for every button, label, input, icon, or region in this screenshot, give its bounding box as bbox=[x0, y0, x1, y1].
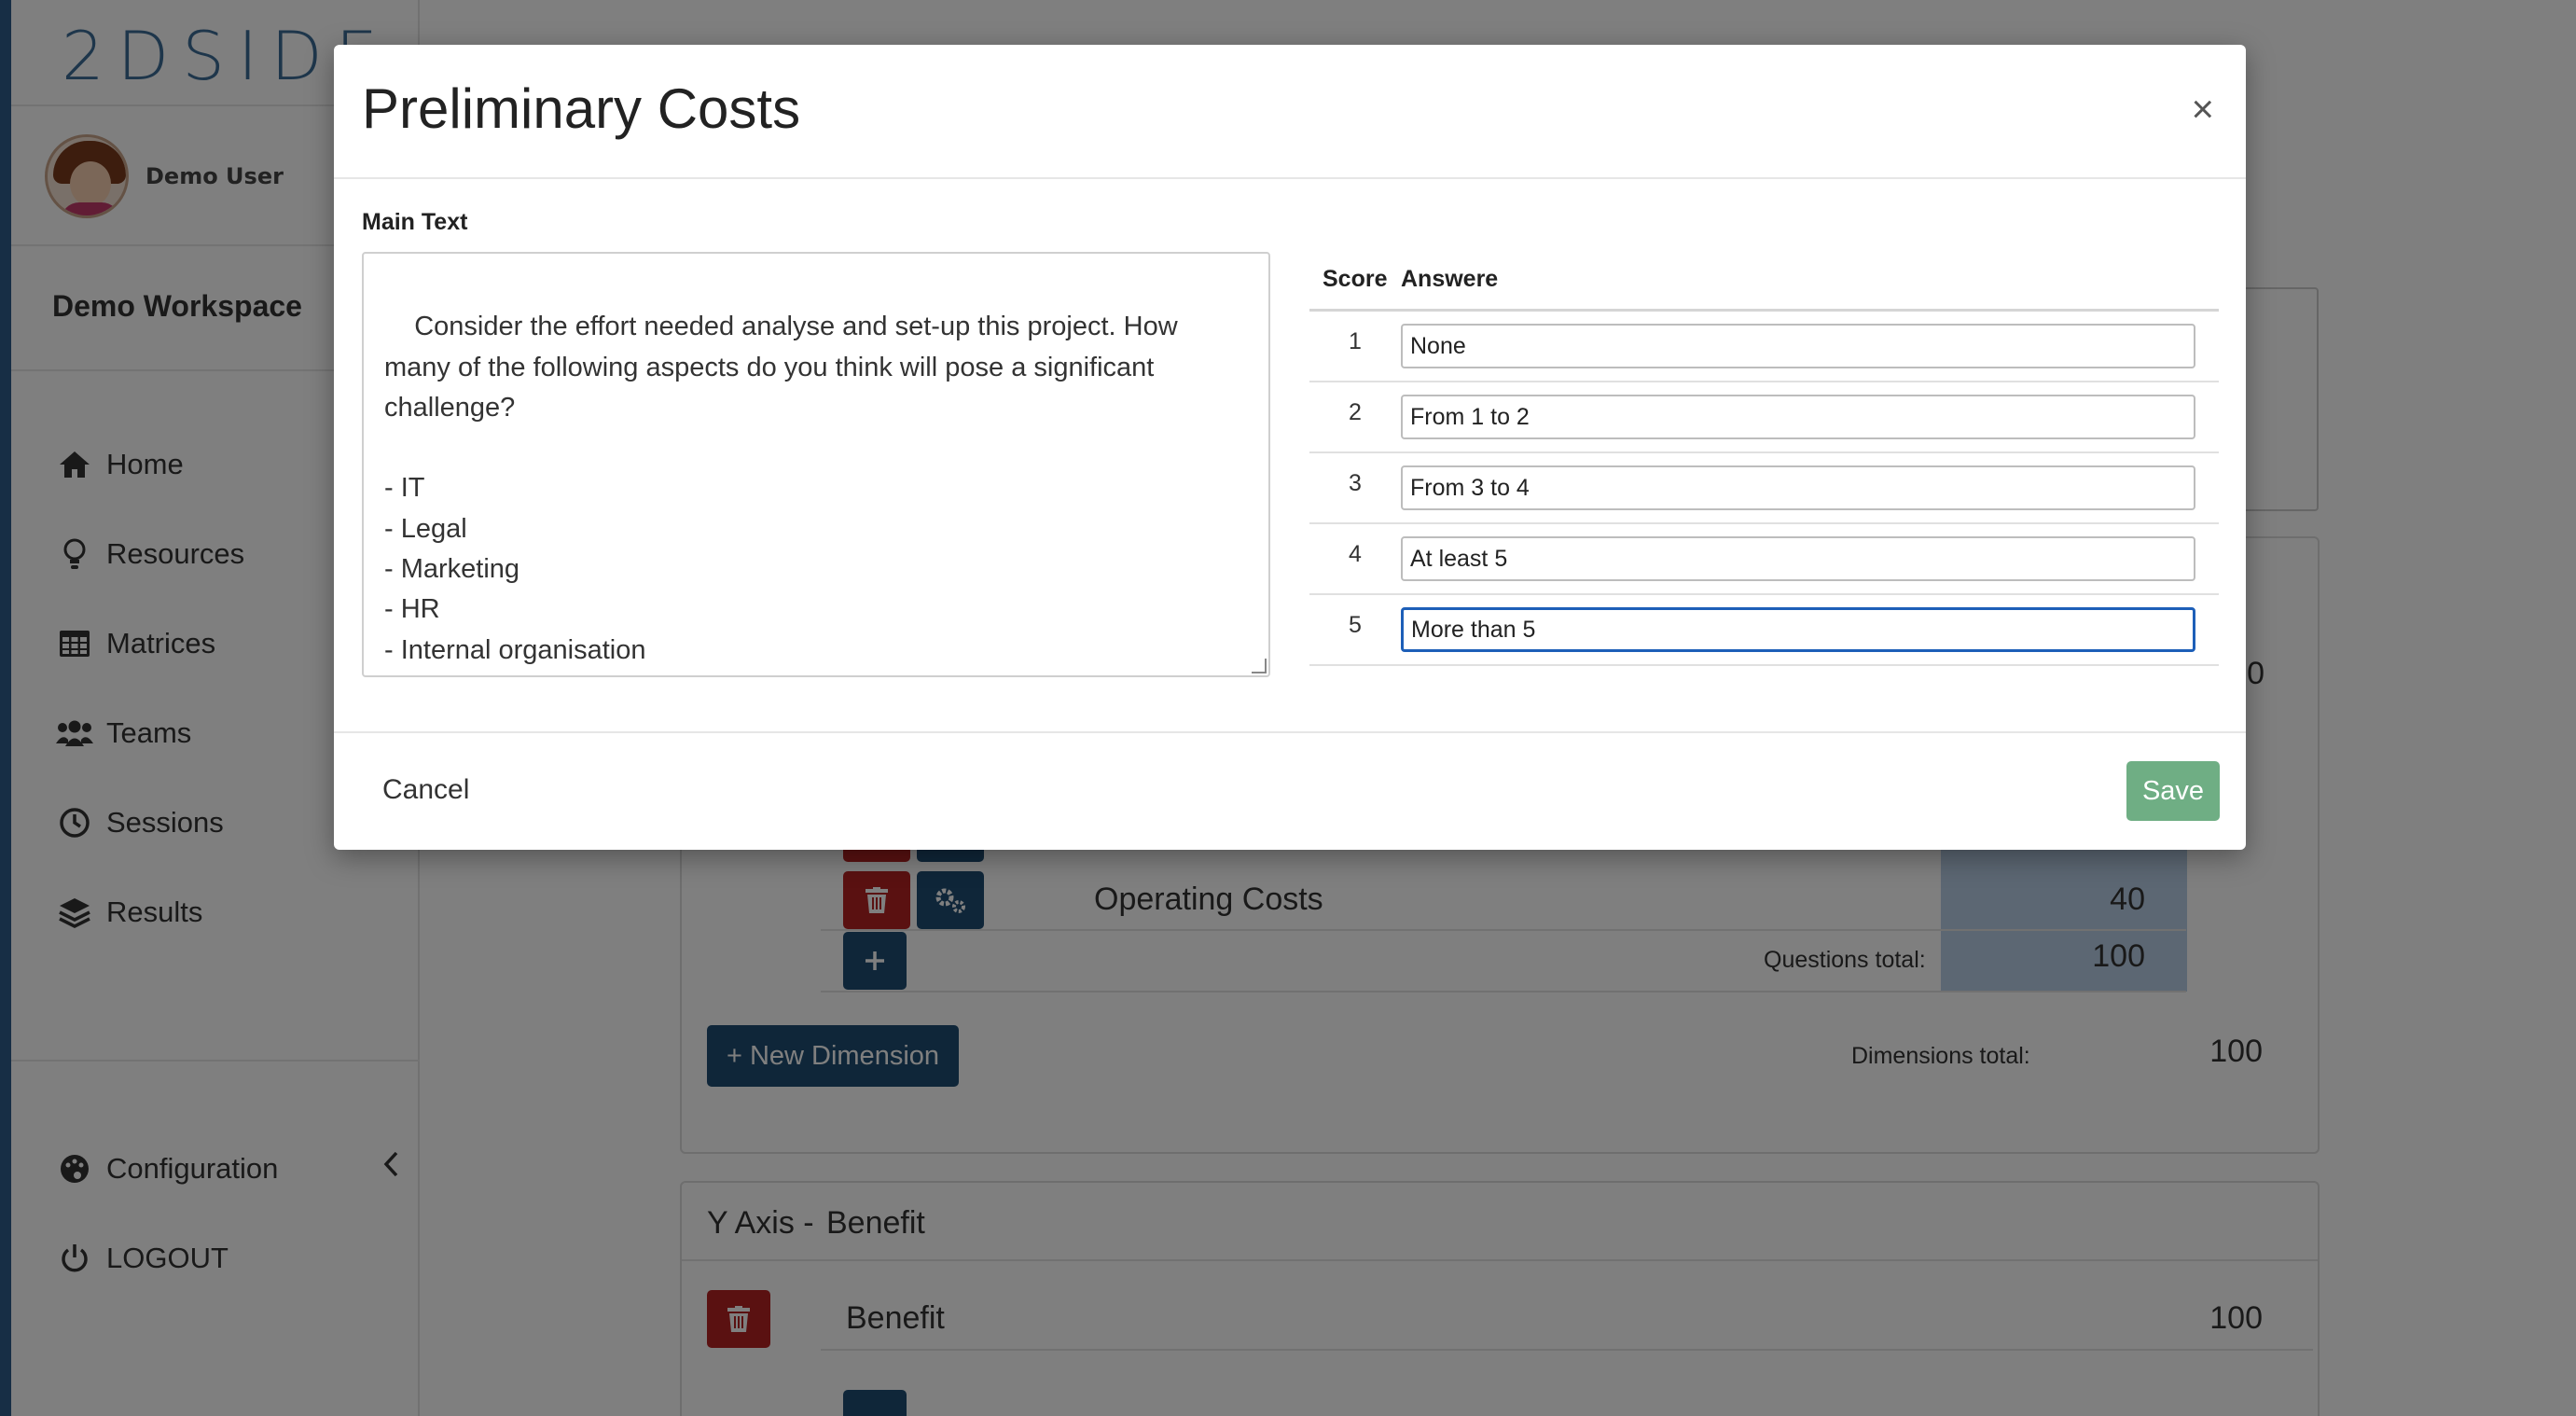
score-cell: 3 bbox=[1349, 470, 1362, 496]
table-row: 2 bbox=[1309, 382, 2219, 453]
divider bbox=[334, 177, 2246, 179]
score-cell: 5 bbox=[1349, 612, 1362, 638]
table-row: 5 bbox=[1309, 595, 2219, 666]
answer-input[interactable] bbox=[1401, 465, 2195, 510]
divider bbox=[334, 731, 2246, 733]
answer-input[interactable] bbox=[1401, 324, 2195, 368]
answers-table: Score Answere 1 2 3 4 5 bbox=[1309, 250, 2219, 666]
edit-question-modal: Preliminary Costs × Main Text Consider t… bbox=[334, 45, 2246, 850]
close-icon[interactable]: × bbox=[2191, 90, 2214, 129]
table-header: Score Answere bbox=[1309, 250, 2219, 312]
modal-title: Preliminary Costs bbox=[362, 77, 801, 140]
score-cell: 4 bbox=[1349, 541, 1362, 567]
answer-input[interactable] bbox=[1401, 536, 2195, 581]
save-button[interactable]: Save bbox=[2126, 761, 2220, 821]
cancel-button[interactable]: Cancel bbox=[382, 774, 469, 806]
answer-input[interactable] bbox=[1401, 607, 2195, 652]
table-row: 4 bbox=[1309, 524, 2219, 595]
score-cell: 2 bbox=[1349, 399, 1362, 425]
answer-column-header: Answere bbox=[1401, 266, 1499, 292]
table-row: 3 bbox=[1309, 453, 2219, 524]
answer-input[interactable] bbox=[1401, 395, 2195, 439]
score-cell: 1 bbox=[1349, 328, 1362, 354]
main-text-textarea[interactable]: Consider the effort needed analyse and s… bbox=[362, 252, 1270, 677]
score-column-header: Score bbox=[1323, 266, 1388, 292]
table-row: 1 bbox=[1309, 312, 2219, 382]
main-text-label: Main Text bbox=[362, 209, 468, 235]
resize-handle-icon[interactable] bbox=[1252, 659, 1267, 673]
main-text-content: Consider the effort needed analyse and s… bbox=[384, 312, 1178, 675]
